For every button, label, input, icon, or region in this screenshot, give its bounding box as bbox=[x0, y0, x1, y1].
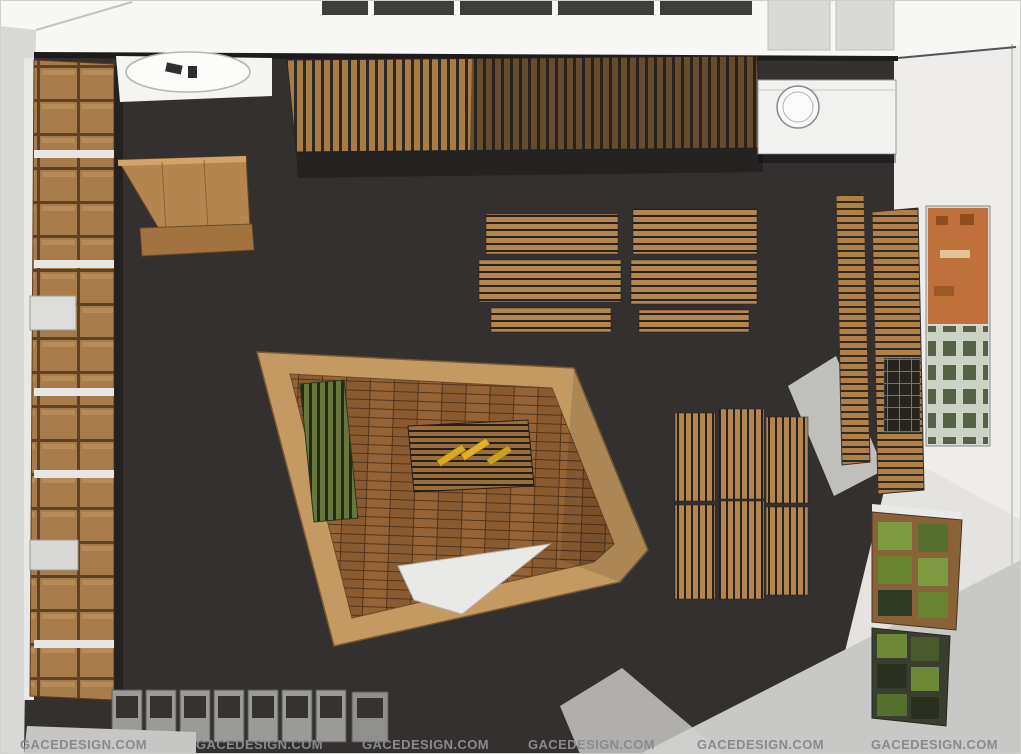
cabinet-cell bbox=[877, 634, 907, 658]
cabinet-cell bbox=[911, 697, 939, 719]
skylight-panel bbox=[768, 0, 830, 50]
watermark-text: GACEDESIGN.COM bbox=[871, 737, 998, 752]
slatted-table bbox=[766, 507, 808, 595]
cabinet-cell bbox=[878, 556, 912, 584]
slatted-table bbox=[766, 417, 808, 503]
window-panel bbox=[374, 0, 454, 15]
white-storage-box bbox=[30, 296, 76, 330]
counter-shadow bbox=[758, 154, 896, 163]
watermark-text: GACEDESIGN.COM bbox=[20, 737, 147, 752]
cabinet-cell bbox=[918, 592, 948, 618]
cabinet-cell bbox=[918, 524, 948, 552]
shelf-top-band bbox=[34, 640, 114, 648]
green-cabinet-upper bbox=[872, 504, 962, 630]
cabinet-cell bbox=[911, 637, 939, 661]
scene-canvas: GACEDESIGN.COM GACEDESIGN.COM GACEDESIGN… bbox=[0, 0, 1021, 754]
poster-bottom-grid bbox=[928, 326, 988, 444]
slatted-table bbox=[675, 413, 715, 501]
watermark-text: GACEDESIGN.COM bbox=[196, 737, 323, 752]
pigeonhole-grid bbox=[884, 358, 920, 432]
slatted-table bbox=[675, 505, 715, 599]
cubby-opening bbox=[150, 696, 172, 718]
wall-shelf-column-1 bbox=[836, 193, 870, 465]
wall-poster bbox=[926, 206, 990, 446]
watermark-text: GACEDESIGN.COM bbox=[697, 737, 824, 752]
interior-rendering: GACEDESIGN.COM GACEDESIGN.COM GACEDESIGN… bbox=[0, 0, 1021, 754]
table-object bbox=[188, 66, 197, 78]
window-panel bbox=[660, 0, 752, 15]
table-cluster-b bbox=[631, 209, 757, 332]
cubby-opening bbox=[184, 696, 206, 718]
white-storage-box bbox=[30, 540, 78, 570]
counter-unit bbox=[758, 80, 896, 163]
poster-mark bbox=[936, 216, 948, 225]
slatted-table bbox=[633, 209, 757, 254]
window-panel bbox=[322, 0, 368, 15]
slatted-table bbox=[719, 501, 764, 599]
cabinet-cell bbox=[911, 667, 939, 691]
slatted-table bbox=[719, 409, 764, 499]
poster-mark bbox=[940, 250, 970, 258]
cabinet-cell bbox=[878, 590, 912, 616]
slatted-table bbox=[631, 260, 757, 304]
cabinet-cell bbox=[877, 664, 907, 688]
skylight-panel bbox=[836, 0, 894, 50]
window-panel bbox=[460, 0, 552, 15]
desk-lower-tier bbox=[140, 224, 254, 256]
cubby-opening bbox=[218, 696, 240, 718]
cabinet-cell bbox=[918, 558, 948, 586]
cubby-opening bbox=[286, 696, 308, 718]
cabinet-cell bbox=[877, 694, 907, 716]
slatted-wood-panel bbox=[287, 56, 763, 178]
cubby-opening bbox=[357, 698, 383, 718]
left-shelving-unit bbox=[24, 58, 123, 700]
shelf-slats bbox=[872, 208, 924, 494]
cubby-opening bbox=[320, 696, 342, 718]
cubby-opening bbox=[252, 696, 274, 718]
cubby-opening bbox=[116, 696, 138, 718]
panel-shadow-half bbox=[470, 56, 763, 150]
slatted-table bbox=[486, 214, 618, 254]
window-panel bbox=[558, 0, 654, 15]
slatted-table bbox=[479, 260, 621, 302]
poster-mark bbox=[960, 214, 974, 225]
shelf-top-band bbox=[34, 470, 114, 478]
slatted-table bbox=[491, 308, 611, 332]
shelf-top-band bbox=[34, 388, 114, 396]
poster-top-art bbox=[928, 208, 988, 324]
shelf-top-band bbox=[34, 150, 114, 158]
wall-shelf-column-2 bbox=[872, 208, 924, 494]
shelf-slats bbox=[836, 193, 870, 465]
slatted-table bbox=[639, 310, 749, 332]
green-cabinet-lower bbox=[872, 628, 950, 726]
shelf-top-band bbox=[34, 260, 114, 268]
cabinet-cell bbox=[878, 522, 912, 550]
round-table-area bbox=[116, 52, 272, 102]
watermark-text: GACEDESIGN.COM bbox=[362, 737, 489, 752]
poster-mark bbox=[934, 286, 954, 296]
table-cluster-a bbox=[479, 214, 621, 332]
watermark-text: GACEDESIGN.COM bbox=[528, 737, 655, 752]
